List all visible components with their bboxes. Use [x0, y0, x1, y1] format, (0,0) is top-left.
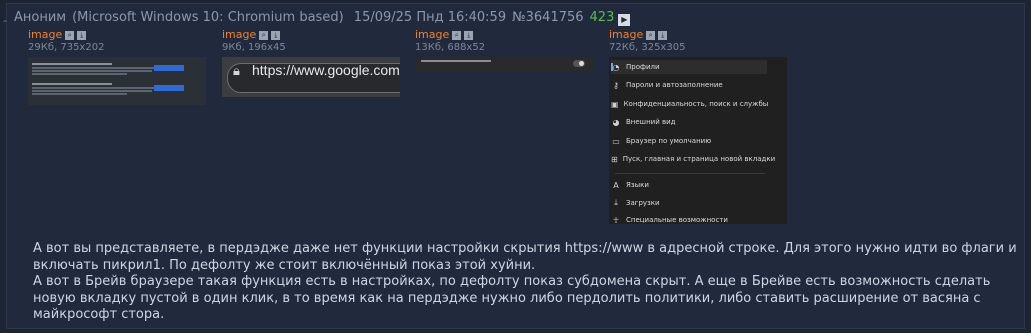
author-name: Аноним [14, 10, 67, 25]
settings-menu-item: ⤓ Загрузки [611, 196, 767, 210]
post: - Аноним (Microsoft Windows 10: Chromium … [3, 3, 1025, 329]
lock-icon: 🔒︎ [233, 64, 240, 79]
toggle-switch [573, 60, 585, 67]
file-name[interactable]: image [28, 29, 62, 41]
settings-menu-item: ⚷ Пароли и автозаполнение [611, 78, 767, 92]
attachment-thumbnail[interactable]: 🔒︎ https://www.google.com/ [222, 57, 400, 97]
attachment-2: image ⌕ ⤓ 9Кб, 196x45 🔒︎ https://www.googl… [222, 29, 400, 97]
attachment-thumbnail[interactable] [28, 57, 206, 105]
lock-icon: ▣ [611, 99, 619, 109]
post-count: 423 [589, 10, 615, 25]
download-icon[interactable]: ⤓ [271, 30, 281, 40]
attachment-3: image ⌕ ⤓ 13Кб, 688x52 [415, 29, 593, 71]
search-icon[interactable]: ⌕ [452, 30, 462, 40]
attachment-thumbnail[interactable] [415, 57, 593, 71]
attachment-thumbnail[interactable]: ◔ Профили ⚷ Пароли и автозаполнение ▣ Конфи… [609, 57, 787, 224]
settings-menu-item: A Языки [611, 178, 767, 192]
download-icon: ⤓ [614, 198, 618, 207]
post-message: А вот вы представляете, в пердэдже даже … [33, 241, 1017, 322]
key-icon: ⚷ [613, 80, 619, 90]
palette-icon: ◕ [612, 117, 620, 127]
post-datetime: 15/09/25 Пнд 16:40:59 [353, 10, 507, 25]
file-name[interactable]: image [415, 29, 449, 41]
file-meta: 72Кб, 325x305 [609, 42, 686, 53]
home-icon: ⊞ [611, 154, 618, 164]
user-agent: (Microsoft Windows 10: Chromium based) [72, 10, 344, 25]
download-icon[interactable]: ⤓ [77, 30, 87, 40]
browser-icon: ▭ [612, 136, 620, 146]
file-meta: 9Кб, 196x45 [222, 42, 286, 53]
search-icon[interactable]: ⌕ [65, 30, 75, 40]
post-marker: - [3, 14, 7, 27]
settings-menu-item: ☥ Специальные возможности [611, 213, 767, 225]
download-icon[interactable]: ⤓ [464, 30, 474, 40]
settings-menu-item: ▣ Конфиденциальность, поиск и службы [611, 99, 769, 109]
file-name[interactable]: image [609, 29, 643, 41]
download-icon[interactable]: ⤓ [658, 30, 668, 40]
language-icon: A [613, 180, 619, 190]
settings-menu-item: ⊞ Пуск, главная и страница новой вкладки [611, 154, 776, 164]
attachment-1: image ⌕ ⤓ 29Кб, 735x202 [28, 29, 206, 105]
search-icon[interactable]: ⌕ [646, 30, 656, 40]
accessibility-icon: ☥ [613, 215, 619, 225]
play-icon[interactable]: ▶ [618, 14, 631, 26]
file-meta: 13Кб, 688x52 [415, 42, 486, 53]
post-header: Аноним (Microsoft Windows 10: Chromium ba… [14, 10, 636, 26]
attachment-4: image ⌕ ⤓ 72Кб, 325x305 ◔ Профили ⚷ Пароли и… [609, 29, 787, 224]
post-number[interactable]: №3641756 [512, 10, 583, 25]
address-url: https://www.google.com/ [252, 62, 400, 78]
settings-menu-item: ▭ Браузер по умолчанию [612, 136, 712, 146]
settings-menu-item: ◔ Профили [611, 60, 767, 74]
file-name[interactable]: image [222, 29, 256, 41]
file-meta: 29Кб, 735x202 [28, 42, 105, 53]
search-icon[interactable]: ⌕ [259, 30, 269, 40]
profile-icon: ◔ [612, 62, 620, 72]
settings-menu-item: ◕ Внешний вид [612, 117, 676, 127]
